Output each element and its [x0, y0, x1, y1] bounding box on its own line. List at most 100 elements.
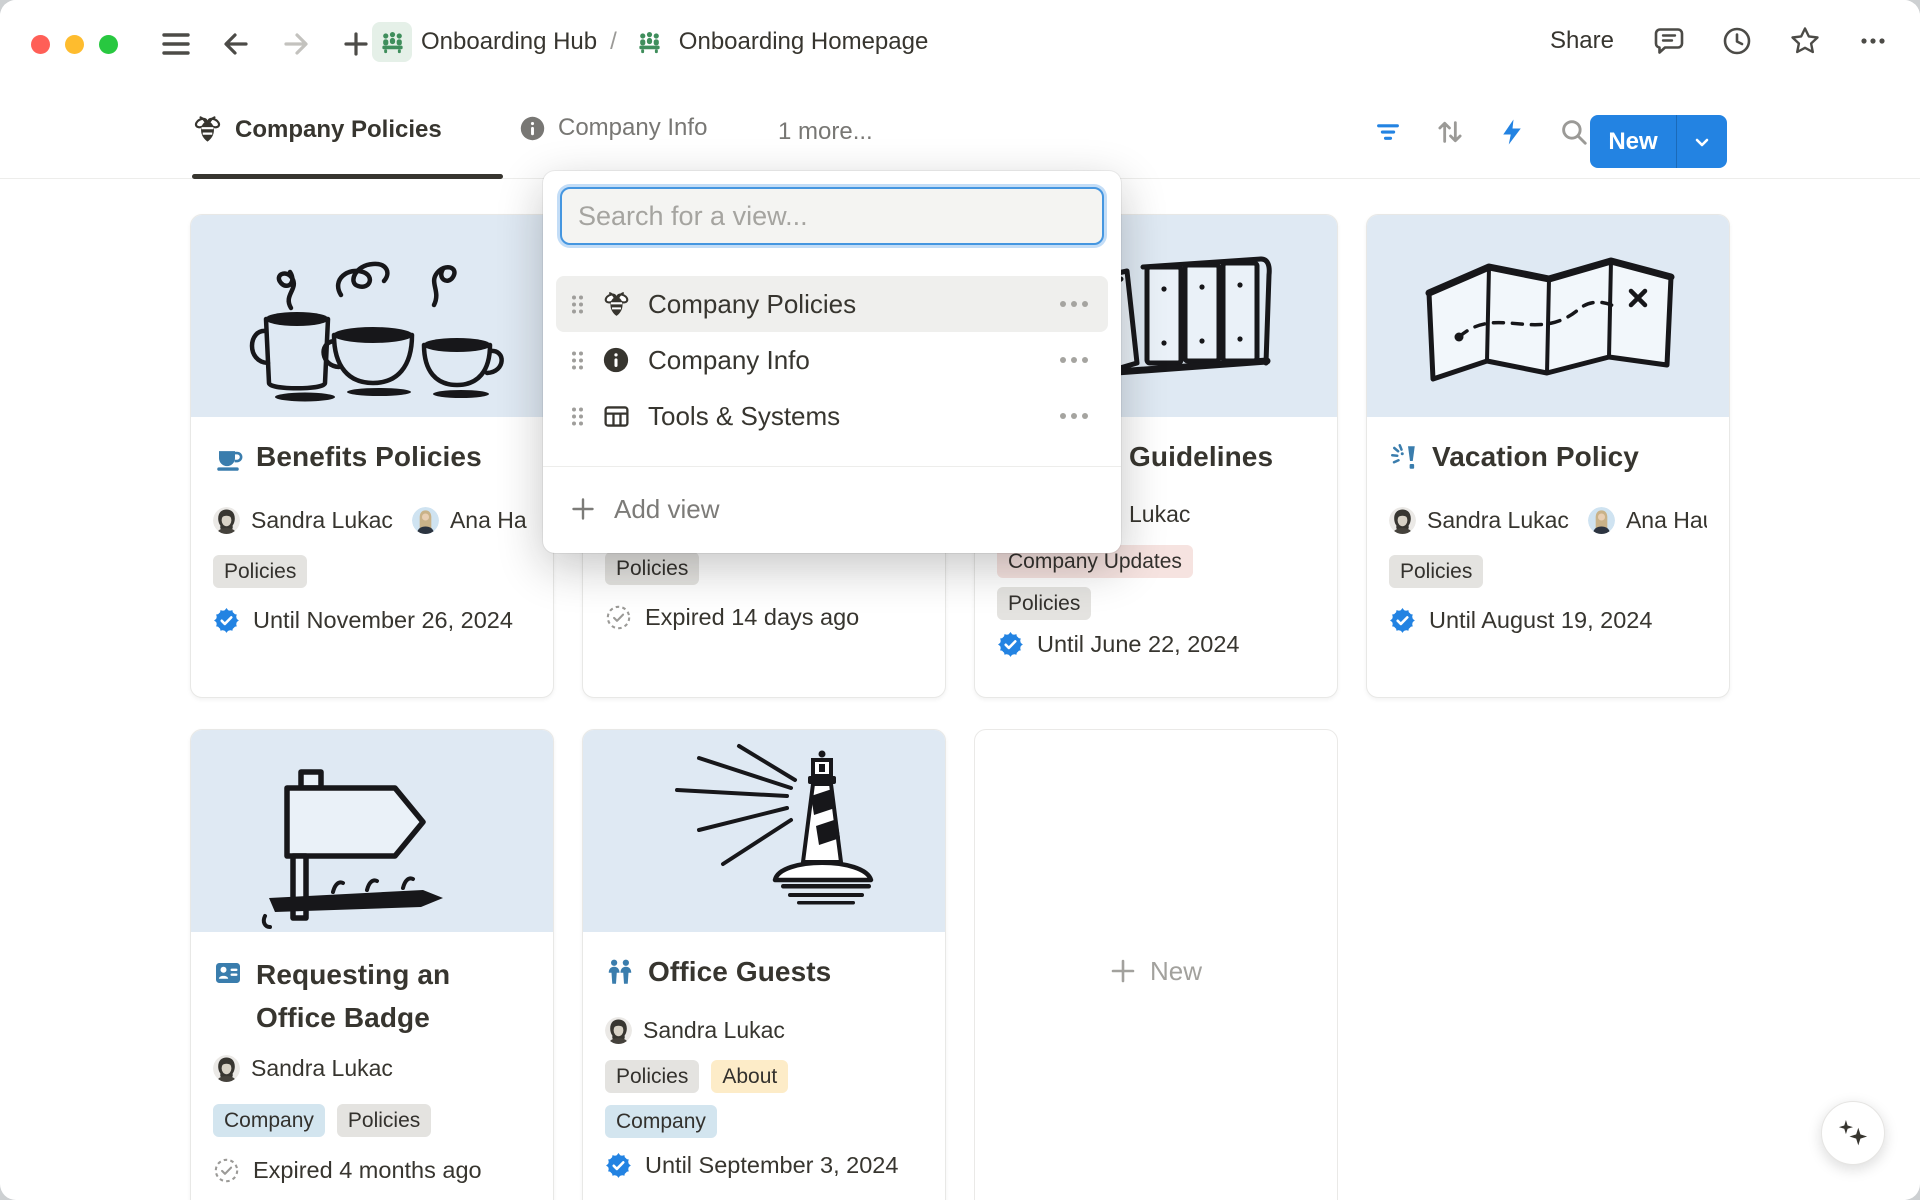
verified-badge-icon — [605, 1152, 632, 1179]
tab-label: Company Info — [558, 114, 707, 142]
view-item-tools-systems[interactable]: Tools & Systems — [556, 388, 1108, 444]
active-tab-underline — [192, 174, 503, 179]
add-view-button[interactable]: Add view — [556, 481, 1108, 537]
tab-company-policies[interactable]: Company Policies — [192, 114, 442, 145]
zoom-window-button[interactable] — [99, 35, 118, 54]
card-cover-map-doodle — [1367, 215, 1729, 417]
card-title: Office Guests — [605, 953, 923, 996]
tag-policies: Policies — [605, 1060, 699, 1093]
view-item-options-icon[interactable] — [1058, 405, 1090, 427]
person-chip: Ana Hau — [1588, 507, 1707, 534]
window-titlebar: Onboarding Hub / Onboarding Homepage Sha… — [0, 0, 1920, 88]
table-icon — [601, 402, 631, 431]
plus-icon — [1110, 958, 1136, 984]
view-search-input[interactable] — [560, 187, 1104, 245]
tag-policies: Policies — [213, 555, 307, 588]
drag-handle-icon[interactable] — [570, 349, 585, 372]
plus-icon — [570, 496, 596, 522]
person-chip: Ana Ha — [412, 507, 527, 534]
view-item-company-info[interactable]: Company Info — [556, 332, 1108, 388]
avatar-sandra — [213, 507, 240, 534]
card-title: Benefits Policies — [213, 438, 531, 481]
verified-badge-icon — [213, 607, 240, 634]
dropdown-divider — [543, 466, 1121, 467]
verified-badge-icon — [997, 631, 1024, 658]
view-item-options-icon[interactable] — [1058, 293, 1090, 315]
status-row: Until August 19, 2024 — [1389, 607, 1707, 634]
tag-about: About — [711, 1060, 788, 1093]
tabs-more-link[interactable]: 1 more... — [778, 118, 873, 146]
expired-check-icon — [605, 604, 632, 631]
tag-company: Company — [605, 1105, 717, 1138]
notion-window: Onboarding Hub / Onboarding Homepage Sha… — [0, 0, 1920, 1200]
filter-icon[interactable] — [1366, 110, 1410, 154]
view-item-options-icon[interactable] — [1058, 349, 1090, 371]
sparkles-icon — [1833, 1113, 1873, 1153]
card-cover-lighthouse-doodle — [583, 730, 945, 932]
drag-handle-icon[interactable] — [570, 293, 585, 316]
card-title: Vacation Policy — [1389, 438, 1707, 481]
tag-policies: Policies — [605, 552, 699, 585]
status-row: Expired 4 months ago — [213, 1157, 531, 1184]
new-button-label: New — [1590, 128, 1676, 156]
close-window-button[interactable] — [31, 35, 50, 54]
status-row: Expired 14 days ago — [605, 604, 923, 631]
info-icon — [519, 115, 546, 142]
tab-company-info[interactable]: Company Info — [519, 114, 707, 142]
breadcrumb-item-hub[interactable]: Onboarding Hub — [421, 28, 597, 56]
card-title: Requesting an Office Badge — [213, 953, 531, 1039]
share-button[interactable]: Share — [1544, 23, 1620, 59]
favorite-star-icon[interactable] — [1786, 22, 1824, 60]
tag-company: Company — [213, 1104, 325, 1137]
new-card-label: New — [1150, 956, 1202, 987]
new-button-chevron[interactable] — [1677, 130, 1727, 154]
tab-label: Company Policies — [235, 116, 442, 144]
status-row: Until November 26, 2024 — [213, 607, 531, 634]
card-cover-mugs-doodle — [191, 215, 553, 417]
person-chip: Sandra Lukac — [213, 1055, 393, 1082]
expired-check-icon — [213, 1157, 240, 1184]
info-icon — [601, 346, 631, 374]
notion-ai-button[interactable] — [1821, 1101, 1885, 1165]
view-item-company-policies[interactable]: Company Policies — [556, 276, 1108, 332]
new-tab-icon[interactable] — [337, 24, 375, 64]
card-requesting-office-badge[interactable]: Requesting an Office Badge Sandra Lukac … — [190, 729, 554, 1200]
comments-icon[interactable] — [1650, 22, 1688, 60]
back-icon[interactable] — [217, 24, 255, 64]
traffic-lights — [31, 35, 118, 54]
avatar-ana — [1588, 507, 1615, 534]
coffee-cup-icon — [213, 442, 243, 481]
avatar-sandra — [213, 1055, 240, 1082]
minimize-window-button[interactable] — [65, 35, 84, 54]
history-clock-icon[interactable] — [1718, 22, 1756, 60]
person-chip: Lukac — [1129, 501, 1190, 528]
status-row: Until September 3, 2024 — [605, 1152, 923, 1179]
add-new-card-button[interactable]: New — [974, 729, 1338, 1200]
person-chip: Sandra Lukac — [213, 507, 393, 534]
person-chip: Sandra Lukac — [605, 1017, 785, 1044]
sort-icon[interactable] — [1428, 110, 1472, 154]
card-office-guests[interactable]: Office Guests Sandra Lukac Policies Abou… — [582, 729, 946, 1200]
breadcrumb: Onboarding Hub / Onboarding Homepage — [372, 22, 928, 62]
new-entry-button[interactable]: New — [1590, 115, 1727, 168]
id-badge-icon — [213, 957, 243, 1039]
bee-icon — [192, 114, 223, 145]
tag-policies: Policies — [997, 587, 1091, 620]
card-benefits-policies[interactable]: Benefits Policies Sandra Lukac Ana Ha Po… — [190, 214, 554, 698]
automations-lightning-icon[interactable] — [1490, 110, 1534, 154]
avatar-sandra — [1389, 507, 1416, 534]
status-row: Until June 22, 2024 — [997, 631, 1315, 658]
avatar-ana — [412, 507, 439, 534]
breadcrumb-separator: / — [606, 28, 621, 56]
breadcrumb-item-homepage[interactable]: Onboarding Homepage — [679, 28, 929, 56]
drag-handle-icon[interactable] — [570, 405, 585, 428]
views-dropdown: Company Policies Company Info Tools & Sy… — [543, 171, 1121, 553]
sun-exclamation-icon — [1389, 442, 1419, 481]
card-vacation-policy[interactable]: Vacation Policy Sandra Lukac Ana Hau Pol… — [1366, 214, 1730, 698]
verified-badge-icon — [1389, 607, 1416, 634]
tag-policies: Policies — [337, 1104, 431, 1137]
two-people-icon — [605, 957, 635, 996]
sidebar-menu-icon[interactable] — [157, 24, 195, 64]
forward-icon[interactable] — [277, 24, 315, 64]
more-options-icon[interactable] — [1854, 22, 1892, 60]
